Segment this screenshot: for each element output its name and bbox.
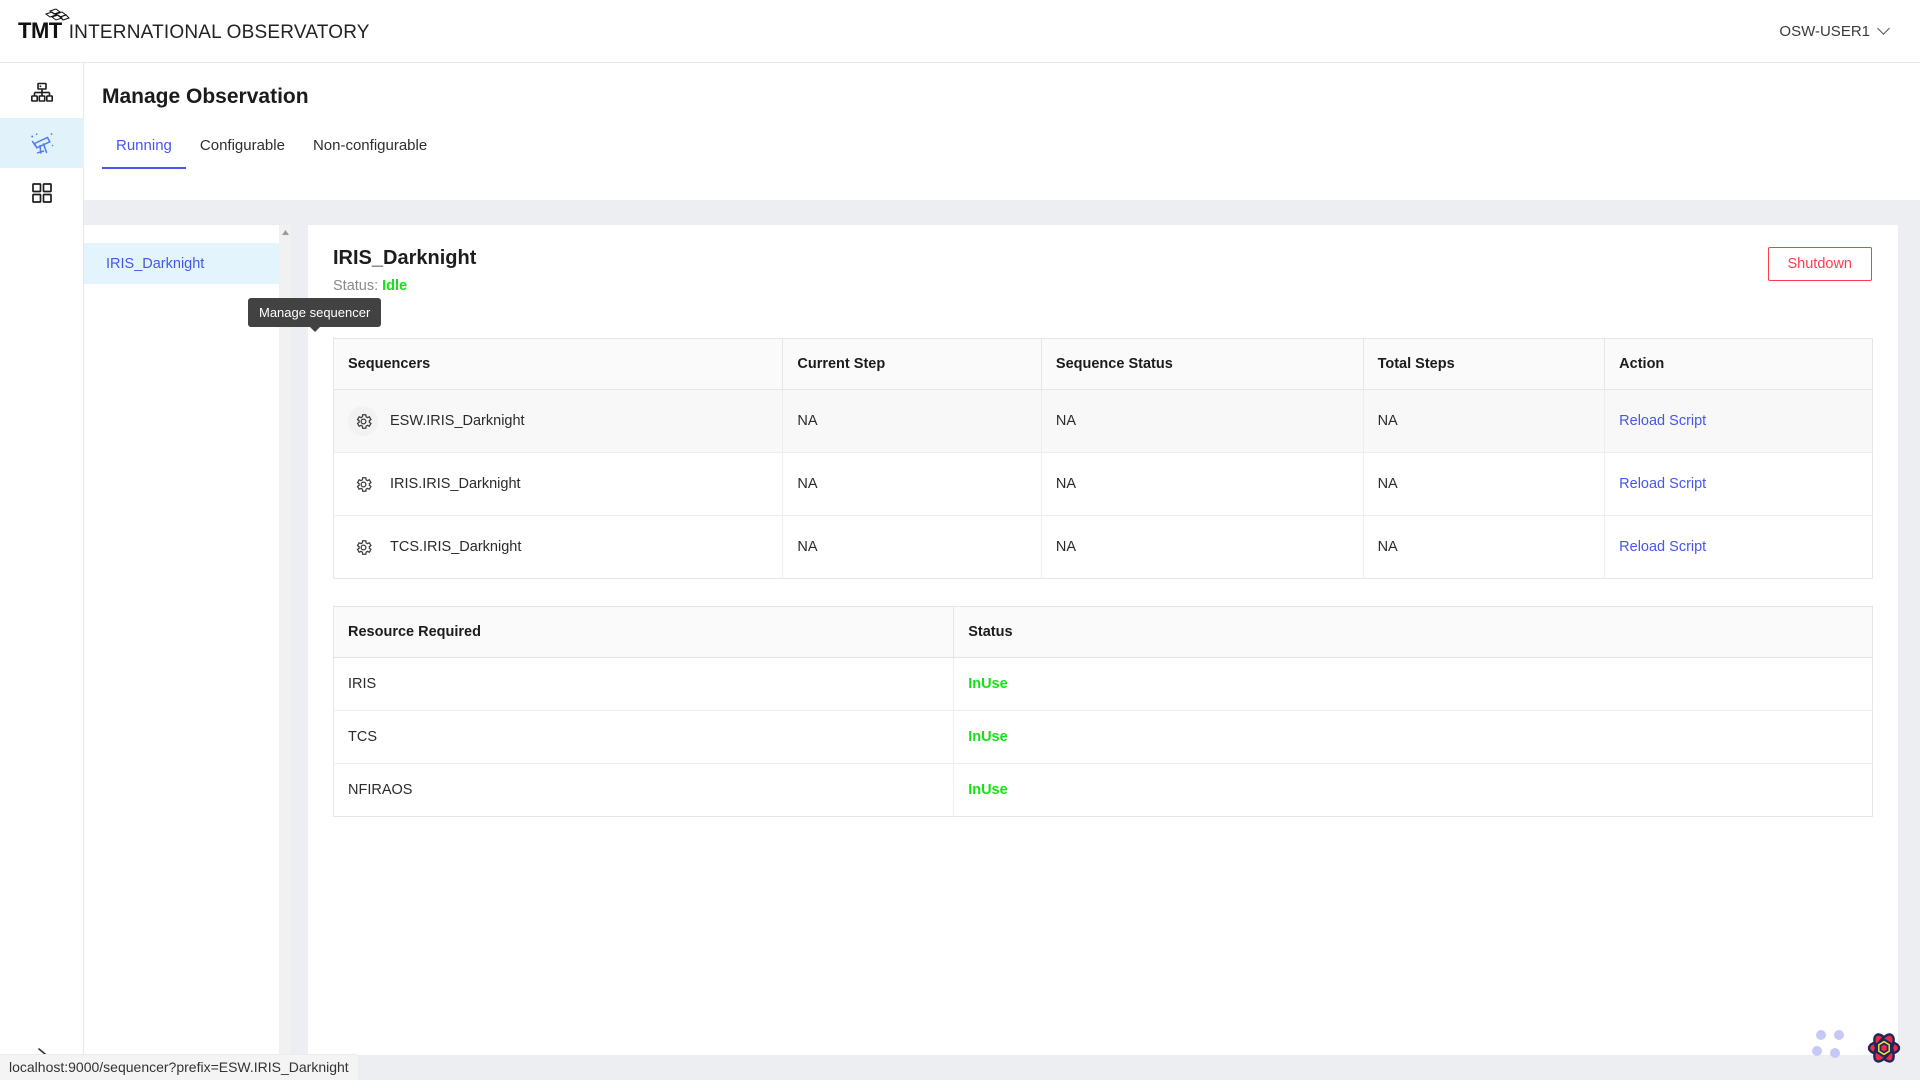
user-menu-label: OSW-USER1 xyxy=(1779,22,1870,40)
card-header: IRIS_Darknight Status: Idle Shutdown xyxy=(308,225,1898,294)
sequence-status-value: NA xyxy=(1041,389,1364,453)
resource-name: IRIS xyxy=(333,657,955,711)
status-line: Status: Idle xyxy=(333,278,476,294)
table-row: TCS.IRIS_Darknight NA NA NA Reload Scrip… xyxy=(333,515,1873,579)
brand-text: INTERNATIONAL OBSERVATORY xyxy=(68,22,370,43)
column-header-status: Status xyxy=(953,606,1873,658)
resource-name: NFIRAOS xyxy=(333,763,955,817)
gear-icon[interactable] xyxy=(348,532,378,562)
column-header-resource-required: Resource Required xyxy=(333,606,955,658)
column-header-current-step: Current Step xyxy=(782,338,1042,390)
gear-icon-glyph xyxy=(356,476,372,492)
tab-configurable[interactable]: Configurable xyxy=(186,131,299,169)
gear-icon[interactable] xyxy=(348,406,378,436)
status-badge: Idle xyxy=(382,278,408,294)
current-step-value: NA xyxy=(782,515,1042,579)
column-header-action: Action xyxy=(1604,338,1873,390)
column-header-total-steps: Total Steps xyxy=(1363,338,1606,390)
gear-icon[interactable] xyxy=(348,469,378,499)
list-item-label: IRIS_Darknight xyxy=(106,255,205,272)
brand-logo: TMT INTERNATIONAL OBSERVATORY xyxy=(0,8,370,43)
reload-script-link[interactable]: Reload Script xyxy=(1619,539,1706,555)
observation-name: IRIS_Darknight xyxy=(333,247,477,269)
scroll-up-arrow-icon[interactable] xyxy=(279,225,291,239)
table-header-row: Sequencers Current Step Sequence Status … xyxy=(333,338,1873,390)
sequencer-name: ESW.IRIS_Darknight xyxy=(390,413,525,429)
grid-apps-icon xyxy=(32,183,52,203)
tmt-tiles-icon xyxy=(44,8,70,21)
status-badge: InUse xyxy=(968,729,1008,745)
tab-non-configurable[interactable]: Non-configurable xyxy=(299,131,441,169)
observation-list-panel: IRIS_Darknight xyxy=(84,225,291,1055)
sequencers-table: Sequencers Current Step Sequence Status … xyxy=(333,338,1873,579)
shutdown-button[interactable]: Shutdown xyxy=(1767,247,1872,281)
decorative-dots xyxy=(1812,1028,1854,1062)
top-bar: TMT INTERNATIONAL OBSERVATORY OSW-USER1 xyxy=(0,0,1920,63)
chevron-down-icon xyxy=(1877,22,1890,35)
current-step-value: NA xyxy=(782,452,1042,516)
total-steps-value: NA xyxy=(1363,515,1606,579)
resource-name: TCS xyxy=(333,710,955,764)
total-steps-value: NA xyxy=(1363,389,1606,453)
resources-table: Resource Required Status IRIS InUse TCS … xyxy=(333,606,1873,817)
user-menu[interactable]: OSW-USER1 xyxy=(1779,22,1890,40)
observation-list-scrollbar[interactable] xyxy=(279,225,291,1055)
table-header-row: Resource Required Status xyxy=(333,606,1873,658)
gear-icon-glyph xyxy=(356,413,372,429)
sequencer-name: TCS.IRIS_Darknight xyxy=(390,539,522,555)
status-badge: InUse xyxy=(968,782,1008,798)
status-bar-url: localhost:9000/sequencer?prefix=ESW.IRIS… xyxy=(0,1054,359,1080)
page-title: Manage Observation xyxy=(102,85,309,108)
table-row: ESW.IRIS_Darknight NA NA NA Reload Scrip… xyxy=(333,389,1873,453)
sidebar-item-observations[interactable] xyxy=(0,118,84,168)
tab-running[interactable]: Running xyxy=(102,131,186,169)
current-step-value: NA xyxy=(782,389,1042,453)
total-steps-value: NA xyxy=(1363,452,1606,516)
table-row: IRIS.IRIS_Darknight NA NA NA Reload Scri… xyxy=(333,452,1873,516)
page-container: Manage Observation Running Configurable … xyxy=(84,63,1920,1080)
column-header-sequencers: Sequencers xyxy=(333,338,784,390)
reload-script-link[interactable]: Reload Script xyxy=(1619,413,1706,429)
tab-bar: Running Configurable Non-configurable xyxy=(84,131,1920,169)
icon-rail xyxy=(0,63,84,1080)
status-badge: InUse xyxy=(968,676,1008,692)
telescope-icon xyxy=(31,133,54,154)
gear-icon-glyph xyxy=(356,539,372,555)
sequencer-name: IRIS.IRIS_Darknight xyxy=(390,476,521,492)
tooltip: Manage sequencer xyxy=(248,298,382,332)
table-row: TCS InUse xyxy=(333,710,1873,764)
sidebar-item-resources[interactable] xyxy=(0,68,84,118)
list-item[interactable]: IRIS_Darknight xyxy=(84,243,291,284)
column-header-sequence-status: Sequence Status xyxy=(1041,338,1364,390)
react-query-flower-icon[interactable] xyxy=(1860,1024,1908,1072)
content-area: IRIS_Darknight IRIS_Darknight Status: Idl… xyxy=(84,200,1920,1080)
sequence-status-value: NA xyxy=(1041,452,1364,516)
table-row: IRIS InUse xyxy=(333,657,1873,711)
tooltip-label: Manage sequencer xyxy=(259,305,371,320)
status-label: Status: xyxy=(333,278,379,294)
reload-script-link[interactable]: Reload Script xyxy=(1619,476,1706,492)
sidebar-item-apps[interactable] xyxy=(0,168,84,218)
hierarchy-icon xyxy=(30,82,53,102)
table-row: NFIRAOS InUse xyxy=(333,763,1873,817)
observation-detail-card: IRIS_Darknight Status: Idle Shutdown Sequ… xyxy=(308,225,1898,1055)
sequence-status-value: NA xyxy=(1041,515,1364,579)
